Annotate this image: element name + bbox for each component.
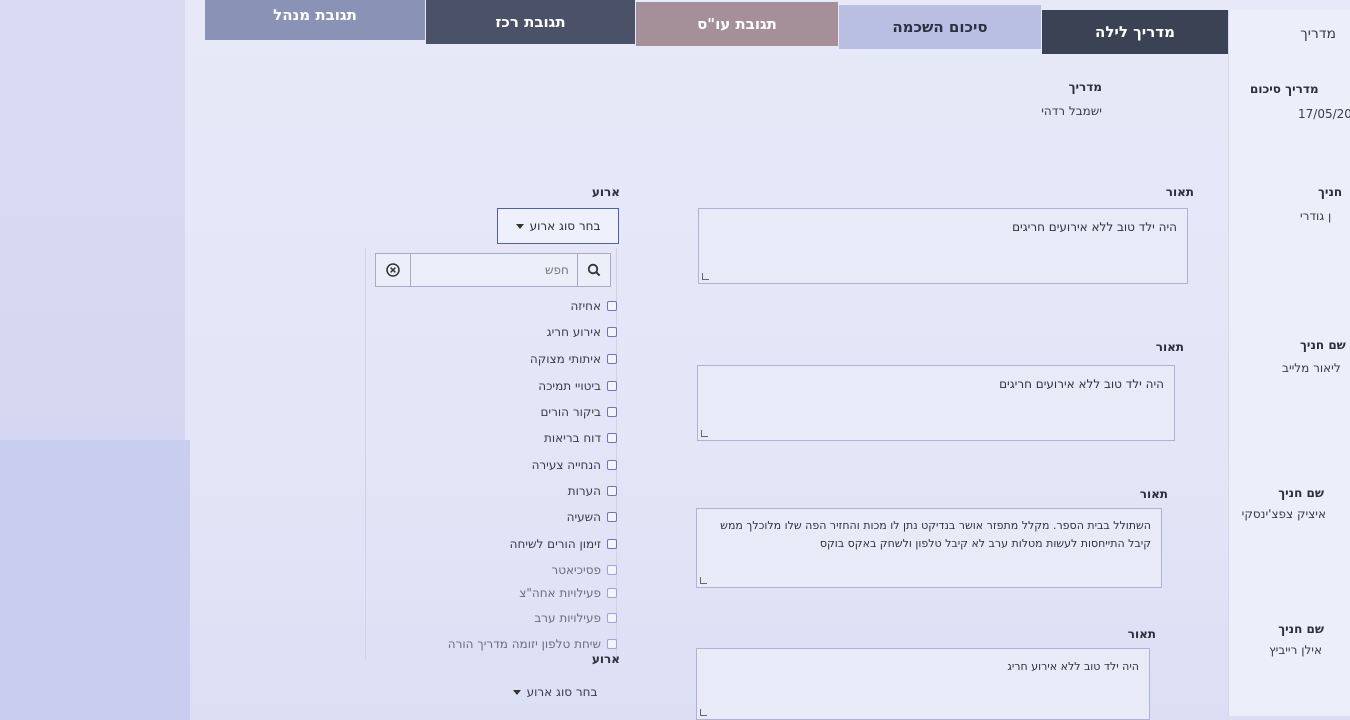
tab-manager-response[interactable]: תגובת מנהל: [205, 0, 425, 40]
option-label: דוח בריאות: [543, 431, 601, 445]
option-label: פסיכיאטר: [551, 563, 601, 577]
tab-night-guide[interactable]: מדריך לילה: [1042, 10, 1228, 54]
event-option[interactable]: אירוע חריג: [547, 323, 617, 341]
option-label: ביטויי תמיכה: [538, 379, 601, 393]
description-field-1[interactable]: היה ילד טוב ללא אירועים חריגים: [698, 208, 1188, 284]
checkbox[interactable]: [607, 539, 617, 549]
event-option[interactable]: שיחת טלפון יזומה מדריך הורה: [448, 635, 617, 653]
student-value-2: ליאור מלייב: [1282, 361, 1341, 375]
option-label: פעילויות ערב: [534, 611, 601, 625]
event-option[interactable]: פסיכיאטר: [551, 561, 617, 579]
event-option[interactable]: איתותי מצוקה: [530, 350, 617, 368]
guide-label: מדריך: [1068, 80, 1102, 94]
event-option[interactable]: דוח בריאות: [544, 429, 617, 447]
checkbox[interactable]: [607, 354, 617, 364]
event-option[interactable]: ביקור הורים: [540, 403, 617, 421]
checkbox[interactable]: [607, 407, 617, 417]
tab-label: תגובת רכז: [495, 13, 566, 31]
event-option[interactable]: פעילויות ערב: [534, 609, 617, 627]
description-label-1: תאור: [1165, 185, 1194, 199]
option-label: פעילויות אחה"צ: [519, 586, 601, 600]
tab-label: תגובת מנהל: [273, 6, 357, 24]
checkbox[interactable]: [607, 327, 617, 337]
option-label: ביקור הורים: [540, 405, 601, 419]
option-label: איתותי מצוקה: [529, 352, 601, 366]
option-label: הנחייה צעירה: [531, 458, 601, 472]
description-label-4: תאור: [1127, 627, 1156, 641]
tab-coordinator-response[interactable]: תגובת רכז: [426, 0, 635, 44]
right-header: מדריך: [1300, 26, 1336, 42]
student-label-1: חניך: [1318, 185, 1343, 199]
option-label: הערות: [567, 484, 601, 498]
description-label-2: תאור: [1155, 340, 1184, 354]
tab-social-worker-response[interactable]: תגובת עו"ס: [636, 2, 838, 46]
event-option[interactable]: פעילויות אחה"צ: [519, 584, 617, 602]
checkbox[interactable]: [607, 433, 617, 443]
checkbox[interactable]: [607, 588, 617, 598]
guide-value: ישמבל רדהי: [1041, 104, 1102, 118]
checkbox[interactable]: [607, 486, 617, 496]
checkbox[interactable]: [607, 613, 617, 623]
student-label-2: שם חניך: [1300, 338, 1346, 352]
clear-circle-icon[interactable]: [376, 254, 411, 286]
checkbox[interactable]: [607, 460, 617, 470]
student-value-1: ן גודרי: [1300, 209, 1332, 223]
summary-guide-label: מדריך סיכום: [1250, 82, 1319, 96]
student-label-4: שם חניך: [1278, 622, 1324, 636]
summary-date: 17/05/20: [1298, 107, 1350, 121]
event-label: ארוע: [591, 185, 620, 199]
checkbox[interactable]: [607, 565, 617, 575]
checkbox[interactable]: [607, 512, 617, 522]
option-label: זימון הורים לשיחה: [509, 537, 601, 551]
caret-down-icon: [515, 223, 524, 229]
checkbox[interactable]: [607, 639, 617, 649]
tab-label: מדריך לילה: [1095, 23, 1175, 41]
option-label: שיחת טלפון יזומה מדריך הורה: [447, 637, 601, 651]
dropdown-search: [375, 253, 611, 287]
description-field-3[interactable]: השתולל בבית הספר. מקלל מתפזר אושר בנדיקט…: [696, 508, 1162, 588]
search-input[interactable]: [410, 254, 577, 286]
student-value-3: איציק צפצ'ינסקי: [1241, 507, 1326, 521]
checkbox[interactable]: [607, 381, 617, 391]
tab-wakeup-summary[interactable]: סיכום השכמה: [839, 5, 1041, 49]
tab-label: סיכום השכמה: [892, 18, 988, 36]
student-label-3: שם חניך: [1278, 486, 1324, 500]
event-option[interactable]: ביטויי תמיכה: [538, 377, 617, 395]
event-type-select[interactable]: בחר סוג ארוע: [497, 208, 619, 244]
event-label-2: ארוע: [591, 652, 620, 666]
event-option[interactable]: הנחייה צעירה: [532, 456, 617, 474]
student-value-4: אילן רייביץ: [1269, 643, 1322, 657]
option-label: אחיזה: [570, 299, 601, 313]
option-label: אירוע חריג: [546, 325, 601, 339]
event-type-select-2[interactable]: בחר סוג ארוע: [500, 682, 610, 702]
caret-down-icon: [512, 689, 521, 695]
event-option[interactable]: הערות: [568, 482, 617, 500]
description-field-4[interactable]: היה ילד טוב ללא אירוע חריג: [696, 648, 1150, 720]
tab-label: תגובת עו"ס: [697, 15, 777, 33]
search-icon[interactable]: [576, 254, 610, 286]
select-label: בחר סוג ארוע: [529, 219, 601, 233]
description-label-3: תאור: [1139, 487, 1168, 501]
checkbox[interactable]: [607, 301, 617, 311]
left-background-lower: [0, 440, 190, 720]
description-field-2[interactable]: היה ילד טוב ללא אירועים חריגים: [697, 365, 1175, 441]
select-label: בחר סוג ארוע: [526, 685, 598, 699]
event-option[interactable]: אחיזה: [570, 297, 617, 315]
event-option[interactable]: זימון הורים לשיחה: [510, 535, 617, 553]
option-label: השעיה: [566, 510, 601, 524]
event-option[interactable]: השעיה: [567, 508, 617, 526]
